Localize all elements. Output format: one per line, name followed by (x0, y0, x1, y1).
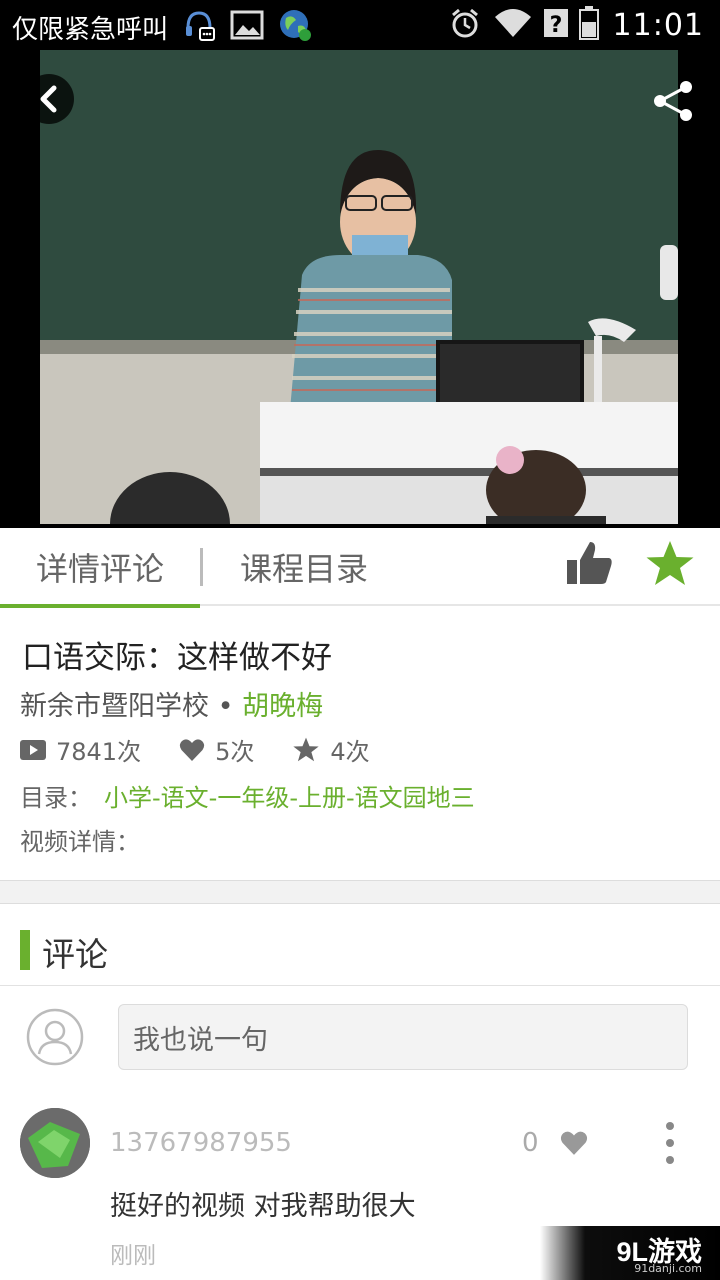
battery-icon (578, 6, 599, 44)
video-icon (20, 739, 46, 760)
wifi-icon (493, 7, 533, 43)
tab-details-comments[interactable]: 详情评论 (0, 528, 200, 608)
comment-time: 刚刚 (110, 1243, 156, 1269)
heart-icon (560, 1131, 588, 1155)
separator-dot: • (217, 691, 234, 722)
svg-text:?: ? (549, 13, 562, 38)
alarm-icon (449, 7, 481, 43)
comment-like-button[interactable] (560, 1130, 588, 1156)
carrier-text: 仅限紧急呼叫 (12, 14, 169, 45)
section-divider (0, 880, 720, 904)
stats-row: 7841次 5次 4次 (20, 732, 408, 767)
author-line: 新余市暨阳学校 • 胡晚梅 (20, 684, 323, 723)
share-icon (654, 81, 692, 121)
catalog-label: 目录： (20, 784, 92, 812)
commenter-name: 13767987955 (110, 1128, 292, 1158)
section-accent-bar (20, 930, 30, 970)
teacher-name[interactable]: 胡晚梅 (242, 691, 323, 722)
heart-icon (179, 738, 205, 761)
tab-bar: 详情评论 课程目录 (0, 528, 720, 608)
comment-text: 挺好的视频 对我帮助很大 (110, 1191, 416, 1222)
video-frame[interactable] (40, 50, 678, 524)
commenter-avatar[interactable] (20, 1108, 90, 1178)
watermark-domain: 91danji.com (634, 1262, 702, 1275)
comment-composer: 我也说一句 (0, 986, 720, 1086)
comment-like-count: 0 (522, 1128, 539, 1158)
back-arrow-icon (40, 85, 57, 113)
user-avatar-icon (26, 1008, 84, 1066)
catalog-line: 目录： 小学-语文-一年级-上册-语文园地三 (20, 778, 475, 813)
school-name: 新余市暨阳学校 (20, 691, 209, 722)
signal-unknown-icon: ? (543, 7, 569, 43)
clock-text: 11:01 (612, 7, 704, 43)
views-count: 7841次 (56, 738, 142, 766)
image-notification-icon (230, 10, 264, 44)
catalog-path-link[interactable]: 小学-语文-一年级-上册-语文园地三 (104, 784, 475, 812)
star-icon (293, 737, 320, 761)
share-button[interactable] (650, 78, 696, 124)
like-button[interactable] (565, 538, 615, 588)
classroom-scene-image (40, 50, 678, 524)
favorite-button[interactable] (644, 538, 696, 590)
comments-header: 评论 (0, 904, 720, 986)
comment-input[interactable]: 我也说一句 (118, 1004, 688, 1070)
likes-stat: 5次 (179, 732, 254, 767)
headset-notification-icon (182, 8, 216, 46)
video-details-label: 视频详情： (20, 828, 140, 856)
back-button[interactable] (24, 74, 74, 124)
favorites-count: 4次 (330, 738, 370, 766)
tab-course-catalog[interactable]: 课程目录 (204, 528, 404, 606)
comments-title: 评论 (42, 935, 108, 974)
status-bar: 仅限紧急呼叫 ? 11:01 (0, 0, 720, 50)
watermark: 9L游戏 91danji.com (540, 1226, 720, 1280)
views-stat: 7841次 (20, 732, 141, 767)
favorites-stat: 4次 (292, 732, 370, 767)
more-vertical-icon[interactable] (652, 1118, 688, 1168)
video-title: 口语交际：这样做不好 (22, 640, 332, 676)
video-player[interactable] (0, 50, 720, 528)
thumbs-up-icon (567, 542, 612, 584)
likes-count: 5次 (215, 738, 255, 766)
tab-divider (200, 548, 203, 586)
video-info: 口语交际：这样做不好 新余市暨阳学校 • 胡晚梅 7841次 5次 4次 目录：… (0, 608, 720, 880)
star-icon (646, 541, 694, 585)
globe-sync-icon (278, 8, 312, 46)
